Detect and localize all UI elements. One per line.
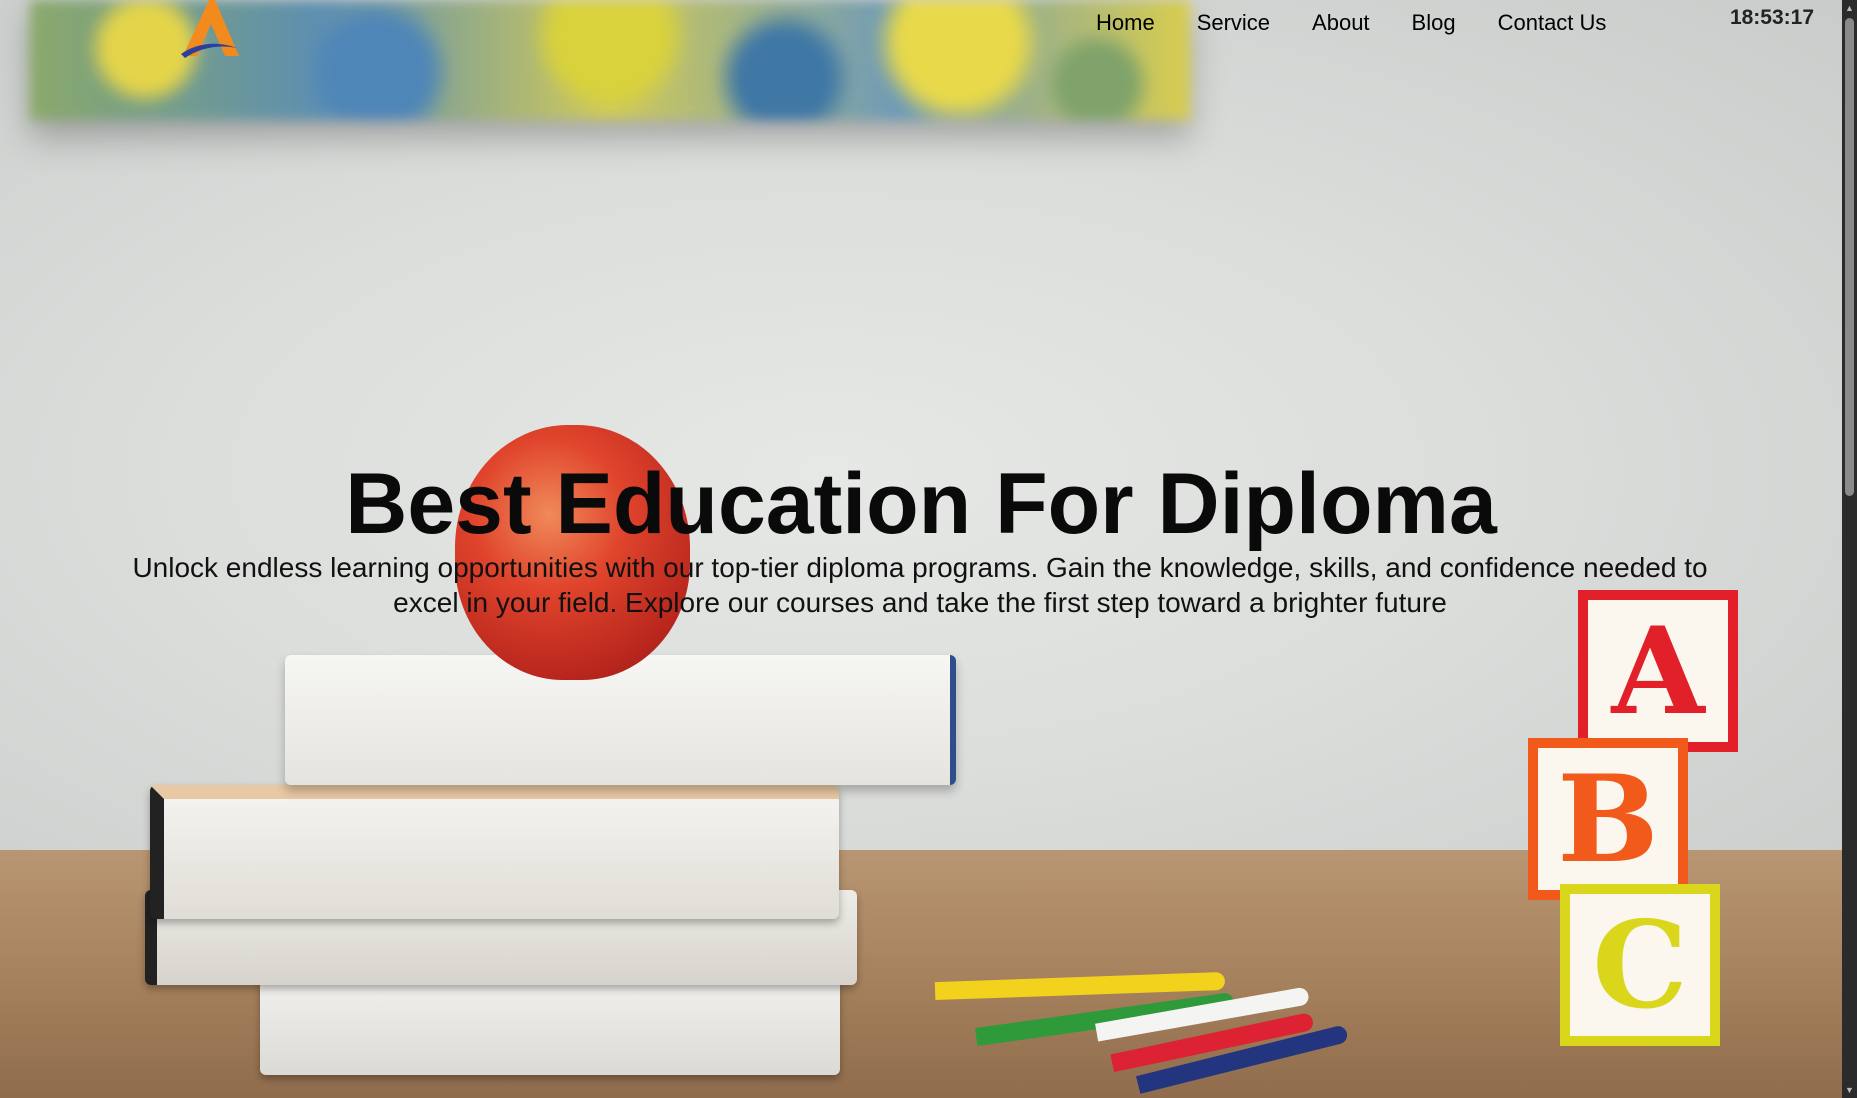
scroll-up-arrow-icon[interactable]: ▲ xyxy=(1844,2,1855,14)
scroll-down-arrow-icon[interactable]: ▼ xyxy=(1844,1084,1855,1096)
book xyxy=(150,785,839,919)
scrollbar-thumb[interactable] xyxy=(1845,18,1854,496)
clock: 18:53:17 xyxy=(1729,6,1814,29)
hero-description: Unlock endless learning opportunities wi… xyxy=(132,552,1708,618)
nav-about[interactable]: About xyxy=(1291,8,1391,38)
main-nav: Home Service About Blog Contact Us xyxy=(1075,8,1627,38)
book xyxy=(285,655,956,785)
page: A B C Home Service About Blog Contact Us… xyxy=(0,0,1857,1098)
letter-block-b: B xyxy=(1528,738,1688,900)
letter-block-c: C xyxy=(1560,884,1720,1046)
vertical-scrollbar[interactable]: ▲ ▼ xyxy=(1842,0,1857,1098)
nav-service[interactable]: Service xyxy=(1176,8,1291,38)
book xyxy=(260,975,840,1075)
a-logo-icon[interactable] xyxy=(175,0,247,58)
nav-blog[interactable]: Blog xyxy=(1391,8,1477,38)
hero-title: Best Education For Diploma xyxy=(345,456,1497,552)
nav-home[interactable]: Home xyxy=(1075,8,1176,38)
nav-contact-us[interactable]: Contact Us xyxy=(1477,8,1628,38)
